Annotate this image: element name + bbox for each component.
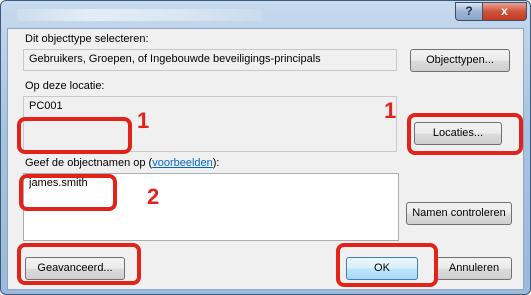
object-names-label-prefix: Geef de objectnamen op ( [25,157,153,169]
highlight-ok-button [336,243,438,287]
object-types-button[interactable]: Objecttypen... [410,49,510,72]
highlight-locations-button [407,113,523,155]
close-button[interactable]: x [482,2,527,21]
cancel-button[interactable]: Annuleren [436,257,512,280]
highlight-advanced-button [17,243,141,285]
callout-number-1-left: 1 [137,108,150,133]
check-names-button[interactable]: Namen controleren [406,202,512,225]
select-users-dialog: ? x Dit objecttype selecteren: Gebruiker… [0,0,531,295]
object-names-label: Geef de objectnamen op (voorbeelden): [25,157,220,169]
object-type-field: Gebruikers, Groepen, of Ingebouwde bevei… [23,49,397,71]
object-type-label: Dit objecttype selecteren: [25,33,149,45]
callout-number-2: 2 [147,184,160,209]
object-names-label-suffix: ): [212,157,220,169]
help-button[interactable]: ? [455,2,483,21]
callout-number-1-right: 1 [384,98,397,123]
highlight-location-field [17,117,132,154]
examples-link[interactable]: voorbeelden [152,157,213,169]
window-title-blurred [17,9,262,21]
location-label: Op deze locatie: [25,80,105,92]
title-bar[interactable]: ? x [1,1,530,28]
highlight-object-names [19,174,117,211]
